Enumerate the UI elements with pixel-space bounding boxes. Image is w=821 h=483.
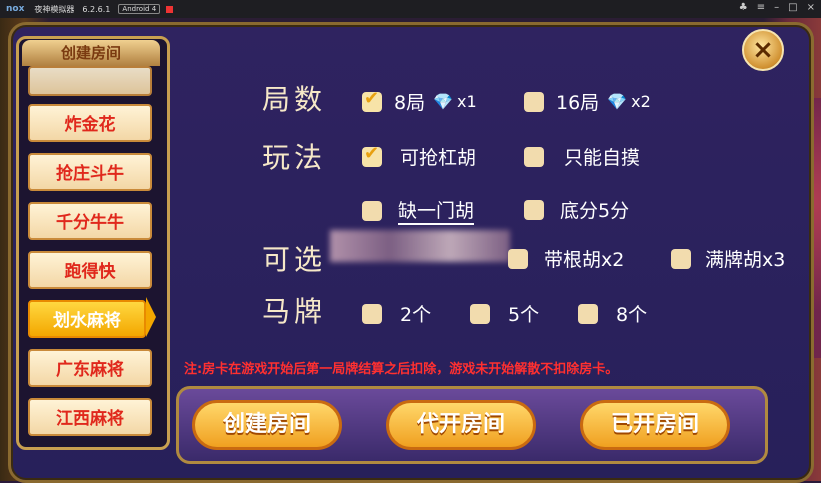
- rounds-label: 局数: [262, 83, 327, 116]
- diamond-icon: 💎: [607, 92, 628, 111]
- checkbox-checked[interactable]: [362, 88, 382, 112]
- checkbox-checked[interactable]: [362, 143, 382, 167]
- optional-option-daigenhu[interactable]: 带根胡x2: [508, 245, 624, 272]
- gamepad-icon[interactable]: ♣: [739, 2, 748, 13]
- sidebar-item-guangdong-majiang[interactable]: 广东麻将: [28, 349, 152, 387]
- blurred-option: [330, 230, 510, 262]
- emulator-os-badge: Android 4: [118, 4, 161, 14]
- rules-option-queyimenhu[interactable]: 缺一门胡: [362, 196, 475, 225]
- option-multiplier: x2: [631, 92, 651, 111]
- emulator-titlebar: nox 夜神模拟器 6.2.6.1 Android 4 ♣ ≡ – □ ×: [0, 0, 821, 18]
- checkbox[interactable]: [508, 248, 528, 269]
- rules-option-difen5[interactable]: 底分5分: [524, 196, 629, 223]
- checkbox[interactable]: [362, 200, 382, 221]
- horses-label: 马牌: [262, 295, 327, 328]
- option-label: 底分5分: [560, 200, 630, 222]
- option-label: 16局: [556, 92, 600, 114]
- checkbox[interactable]: [470, 303, 490, 324]
- rules-option-qiangganghu[interactable]: 可抢杠胡: [362, 143, 476, 170]
- option-label: 5个: [508, 304, 540, 326]
- record-icon[interactable]: [166, 5, 174, 13]
- close-icon: ×: [752, 35, 774, 65]
- maximize-icon[interactable]: □: [788, 2, 797, 13]
- option-label: 带根胡x2: [544, 249, 625, 271]
- option-label: 2个: [400, 304, 432, 326]
- window-controls: ♣ ≡ – □ ×: [739, 2, 815, 13]
- optional-label: 可选: [262, 243, 327, 276]
- sidebar-item-jiangxi-majiang[interactable]: 江西麻将: [28, 398, 152, 436]
- sidebar-item-hidden[interactable]: [28, 66, 152, 96]
- rules-label: 玩法: [262, 141, 327, 174]
- checkbox[interactable]: [362, 303, 382, 324]
- rounds-option-16[interactable]: 16局 💎 x2: [524, 88, 651, 115]
- option-label: 可抢杠胡: [400, 147, 477, 169]
- create-room-button[interactable]: 创建房间: [192, 400, 342, 450]
- room-card-notice: 注:房卡在游戏开始后第一局牌结算之后扣除，游戏未开始解散不扣除房卡。: [184, 362, 619, 377]
- horses-option-8[interactable]: 8个: [578, 300, 647, 327]
- proxy-room-button[interactable]: 代开房间: [386, 400, 536, 450]
- menu-icon[interactable]: ≡: [757, 2, 765, 13]
- opened-rooms-button[interactable]: 已开房间: [580, 400, 730, 450]
- rounds-option-8[interactable]: 8局 💎 x1: [362, 88, 477, 115]
- option-label: 缺一门胡: [398, 196, 475, 225]
- emulator-app-name: 夜神模拟器: [34, 4, 75, 14]
- option-label: 8局: [394, 92, 426, 114]
- sidebar-item-qianfen-niuniu[interactable]: 千分牛牛: [28, 202, 152, 240]
- horses-option-5[interactable]: 5个: [470, 300, 539, 327]
- sidebar-title: 创建房间: [22, 40, 160, 66]
- rules-option-zhinengzimo[interactable]: 只能自摸: [524, 143, 640, 170]
- optional-option-manpaihu[interactable]: 满牌胡x3: [671, 245, 785, 272]
- checkbox[interactable]: [524, 146, 544, 167]
- option-label: 8个: [616, 304, 648, 326]
- horses-option-2[interactable]: 2个: [362, 300, 431, 327]
- sidebar-item-zhajinhua[interactable]: 炸金花: [28, 104, 152, 142]
- option-label: 只能自摸: [564, 147, 641, 169]
- checkbox[interactable]: [671, 248, 691, 269]
- option-multiplier: x1: [457, 92, 477, 111]
- emulator-version: 6.2.6.1: [82, 4, 111, 14]
- window-close-icon[interactable]: ×: [807, 2, 815, 13]
- checkbox[interactable]: [524, 199, 544, 220]
- sidebar-item-paodekuai[interactable]: 跑得快: [28, 251, 152, 289]
- sidebar-item-qiangzhuang-douniu[interactable]: 抢庄斗牛: [28, 153, 152, 191]
- close-button[interactable]: ×: [742, 29, 784, 71]
- checkbox[interactable]: [578, 303, 598, 324]
- emulator-logo: nox: [6, 4, 25, 14]
- minimize-icon[interactable]: –: [774, 2, 779, 13]
- option-label: 满牌胡x3: [705, 249, 786, 271]
- diamond-icon: 💎: [433, 92, 454, 111]
- sidebar-item-huashui-majiang[interactable]: 划水麻将: [28, 300, 146, 338]
- active-arrow-icon: [146, 297, 156, 337]
- checkbox[interactable]: [524, 91, 544, 112]
